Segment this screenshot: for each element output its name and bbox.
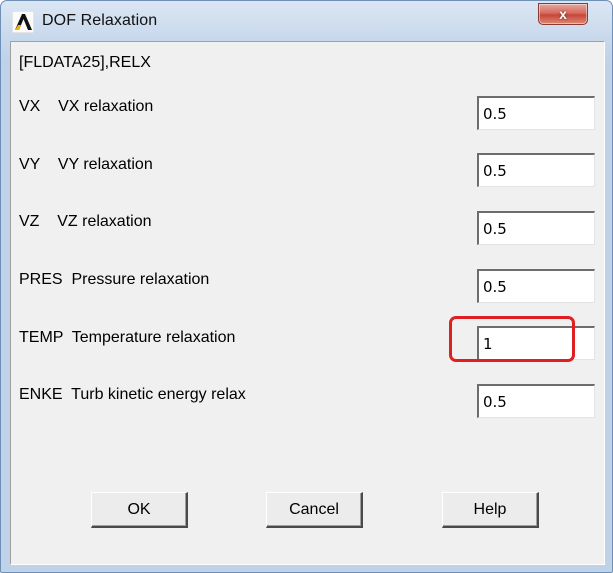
temp-label: TEMP Temperature relaxation — [19, 329, 236, 346]
pres-label: PRES Pressure relaxation — [19, 271, 210, 288]
vx-relaxation-input[interactable] — [477, 96, 595, 130]
vy-label: VY VY relaxation — [19, 156, 153, 173]
temperature-relaxation-input[interactable] — [477, 326, 595, 360]
turb-kinetic-energy-relaxation-input[interactable] — [477, 384, 595, 418]
ok-button[interactable]: OK — [91, 492, 188, 528]
help-button[interactable]: Help — [442, 492, 539, 528]
dialog-body: [FLDATA25],RELX VX VX relaxation VY VY r… — [10, 41, 605, 565]
enke-label: ENKE Turb kinetic energy relax — [19, 386, 246, 403]
close-icon: x — [559, 6, 567, 22]
window-title: DOF Relaxation — [42, 12, 158, 29]
command-label: [FLDATA25],RELX — [19, 54, 151, 71]
vx-label: VX VX relaxation — [19, 98, 154, 115]
vy-relaxation-input[interactable] — [477, 153, 595, 187]
pressure-relaxation-input[interactable] — [477, 269, 595, 303]
dof-relaxation-dialog: DOF Relaxation x [FLDATA25],RELX VX VX r… — [0, 0, 613, 573]
vz-label: VZ VZ relaxation — [19, 213, 152, 230]
vz-relaxation-input[interactable] — [477, 211, 595, 245]
close-button[interactable]: x — [538, 3, 588, 25]
cancel-button[interactable]: Cancel — [266, 492, 363, 528]
ansys-logo-icon — [11, 10, 35, 34]
title-bar[interactable]: DOF Relaxation x — [1, 1, 612, 39]
